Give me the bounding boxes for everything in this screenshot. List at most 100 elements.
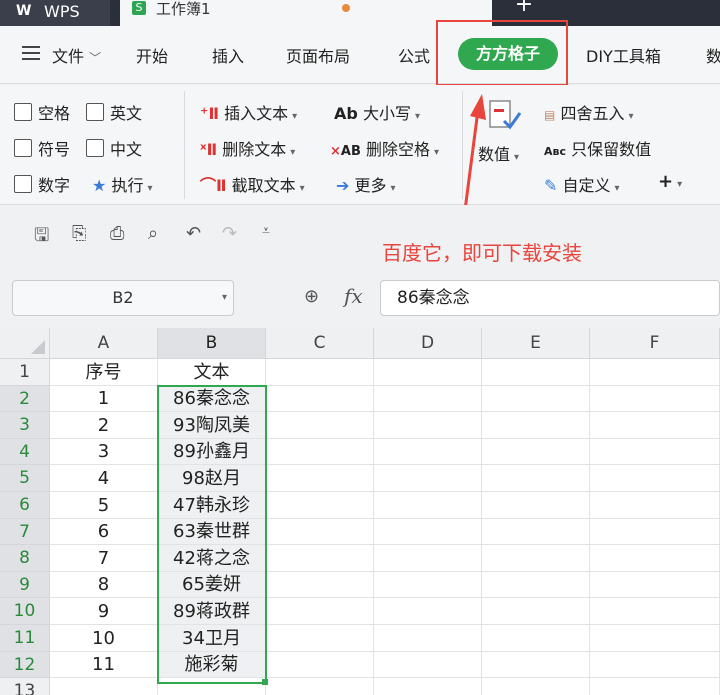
- row-header[interactable]: 1: [0, 359, 50, 386]
- fill-handle[interactable]: [262, 679, 268, 685]
- select-all-corner[interactable]: [0, 328, 50, 359]
- menu-home[interactable]: 开始: [136, 43, 168, 67]
- cell[interactable]: [266, 465, 374, 492]
- insert-text-button[interactable]: ⁺Ⅱ 插入文本 ▾: [200, 100, 297, 124]
- cell[interactable]: 文本: [158, 359, 266, 386]
- cell[interactable]: 7: [50, 545, 158, 572]
- cell[interactable]: 34卫月: [158, 625, 266, 652]
- column-header-f[interactable]: F: [590, 328, 720, 359]
- customize-dropdown-icon[interactable]: ⩡: [262, 223, 270, 239]
- cell[interactable]: [266, 412, 374, 439]
- row-header[interactable]: 2: [0, 386, 50, 412]
- print-preview-icon[interactable]: ⌕: [148, 223, 158, 244]
- cell[interactable]: [374, 465, 482, 492]
- cell[interactable]: [482, 412, 590, 439]
- cell[interactable]: [590, 439, 720, 465]
- cell[interactable]: [374, 412, 482, 439]
- cell[interactable]: 10: [50, 625, 158, 652]
- cell[interactable]: 1: [50, 386, 158, 412]
- row-header[interactable]: 11: [0, 625, 50, 652]
- cell[interactable]: 42蒋之念: [158, 545, 266, 572]
- cell[interactable]: [482, 386, 590, 412]
- checkbox-symbol[interactable]: [14, 139, 32, 157]
- cell[interactable]: 89蒋政群: [158, 598, 266, 625]
- delete-text-button[interactable]: ˣⅡ 删除文本 ▾: [200, 136, 295, 160]
- column-header-d[interactable]: D: [374, 328, 482, 359]
- cell[interactable]: [590, 572, 720, 598]
- cell[interactable]: 施彩菊: [158, 652, 266, 678]
- cell[interactable]: [590, 465, 720, 492]
- cell[interactable]: [482, 359, 590, 386]
- cell[interactable]: [590, 412, 720, 439]
- cell[interactable]: [482, 439, 590, 465]
- format-painter-icon[interactable]: ⎘: [72, 223, 86, 244]
- cell[interactable]: 98赵月: [158, 465, 266, 492]
- round-button[interactable]: ▤ 四舍五入 ▾: [544, 100, 633, 124]
- cell[interactable]: [374, 386, 482, 412]
- cell[interactable]: 4: [50, 465, 158, 492]
- add-button[interactable]: + ▾: [658, 171, 682, 192]
- cell[interactable]: [482, 492, 590, 519]
- checkbox-chinese[interactable]: [86, 139, 104, 157]
- cell[interactable]: [266, 572, 374, 598]
- cell[interactable]: [482, 545, 590, 572]
- cell[interactable]: 9: [50, 598, 158, 625]
- cell[interactable]: [266, 519, 374, 545]
- cell[interactable]: [374, 359, 482, 386]
- row-header[interactable]: 9: [0, 572, 50, 598]
- cell[interactable]: [590, 492, 720, 519]
- row-header[interactable]: 10: [0, 598, 50, 625]
- cell[interactable]: 63秦世群: [158, 519, 266, 545]
- cell[interactable]: [590, 386, 720, 412]
- checkbox-english[interactable]: [86, 103, 104, 121]
- cell[interactable]: [374, 519, 482, 545]
- cell[interactable]: [266, 545, 374, 572]
- cell[interactable]: 5: [50, 492, 158, 519]
- zoom-search-icon[interactable]: ⊕: [304, 286, 319, 307]
- menu-more-cut[interactable]: 数: [706, 43, 720, 67]
- cell[interactable]: [374, 652, 482, 678]
- execute-button[interactable]: ★ 执行 ▾: [92, 172, 152, 196]
- menu-insert[interactable]: 插入: [212, 43, 244, 67]
- menu-file[interactable]: 文件 ﹀: [52, 43, 101, 67]
- checkbox-number[interactable]: [14, 175, 32, 193]
- row-header[interactable]: 8: [0, 545, 50, 572]
- cell[interactable]: 89孙鑫月: [158, 439, 266, 465]
- cell[interactable]: [266, 652, 374, 678]
- cell[interactable]: 93陶凤美: [158, 412, 266, 439]
- formula-input[interactable]: 86秦念念: [380, 280, 720, 316]
- menu-page-layout[interactable]: 页面布局: [286, 43, 350, 67]
- case-button[interactable]: Ab 大小写 ▾: [334, 100, 420, 124]
- cell[interactable]: [374, 492, 482, 519]
- cell[interactable]: [590, 652, 720, 678]
- cell[interactable]: [590, 519, 720, 545]
- cell[interactable]: [266, 386, 374, 412]
- cell[interactable]: [374, 439, 482, 465]
- cell[interactable]: [266, 625, 374, 652]
- wps-home-tab[interactable]: W WPS: [0, 0, 110, 26]
- menu-formula[interactable]: 公式: [398, 43, 430, 67]
- redo-icon[interactable]: ↷: [222, 223, 237, 244]
- cell[interactable]: 3: [50, 439, 158, 465]
- cell[interactable]: [590, 545, 720, 572]
- print-icon[interactable]: ⎙: [110, 223, 124, 244]
- cell[interactable]: [482, 625, 590, 652]
- row-header[interactable]: 5: [0, 465, 50, 492]
- checkbox-space[interactable]: [14, 103, 32, 121]
- cell[interactable]: [374, 598, 482, 625]
- column-header-b[interactable]: B: [158, 328, 266, 359]
- row-header[interactable]: 3: [0, 412, 50, 439]
- cell[interactable]: [374, 545, 482, 572]
- cell[interactable]: [266, 439, 374, 465]
- cell[interactable]: 65姜妍: [158, 572, 266, 598]
- cell[interactable]: 2: [50, 412, 158, 439]
- fx-icon[interactable]: fx: [344, 284, 363, 308]
- cell[interactable]: 86秦念念: [158, 386, 266, 412]
- cell[interactable]: [482, 572, 590, 598]
- cell[interactable]: [374, 678, 482, 695]
- cell[interactable]: [374, 572, 482, 598]
- row-header[interactable]: 7: [0, 519, 50, 545]
- cell[interactable]: [50, 678, 158, 695]
- cell[interactable]: 8: [50, 572, 158, 598]
- cell[interactable]: 47韩永珍: [158, 492, 266, 519]
